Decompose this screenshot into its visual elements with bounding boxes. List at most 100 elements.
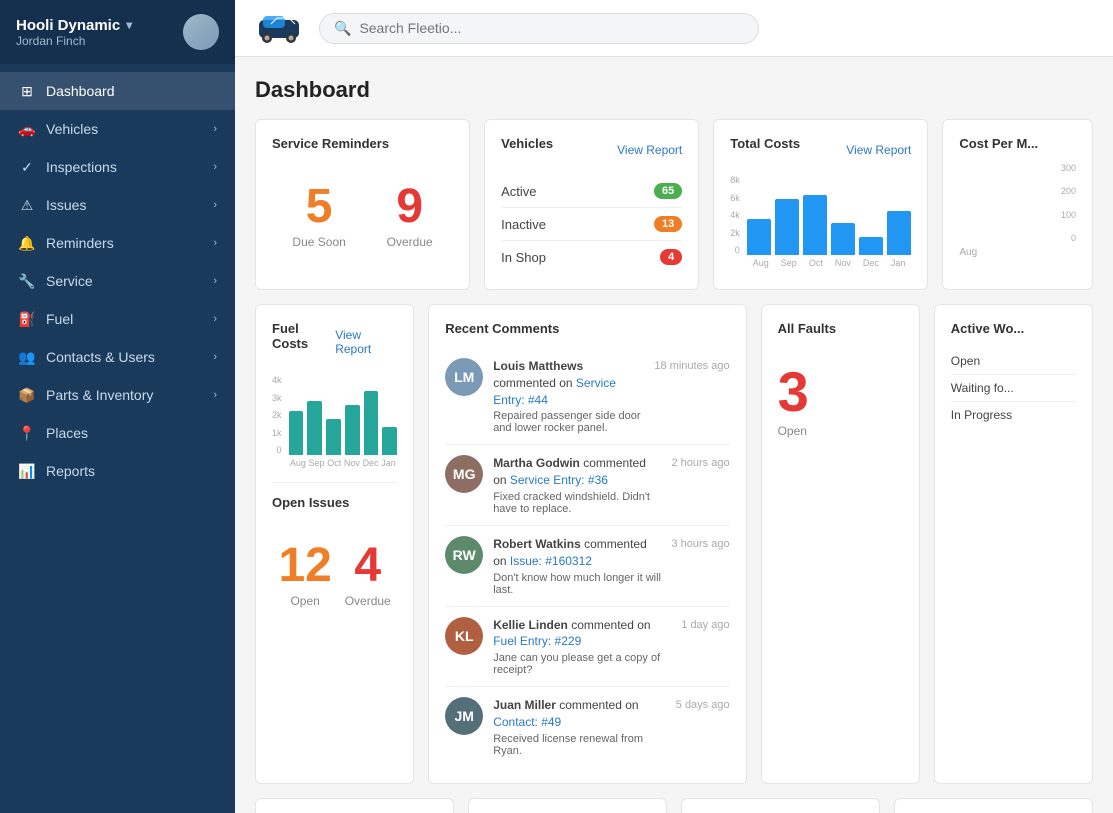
open-issues-title: Open Issues [272,495,397,510]
active-work-orders-title: Active Wo... [951,321,1076,336]
fuel-nav-icon: ⛽ [18,310,36,328]
sidebar-item-inspections[interactable]: ✓Inspections› [0,148,235,186]
sidebar-item-service[interactable]: 🔧Service› [0,262,235,300]
topbar: 🔍 [235,0,1113,57]
reminders-nav-label: Reminders [46,235,114,251]
comment-sub-4: Received license renewal from Ryan. [493,733,666,757]
comment-link-4[interactable]: Contact: #49 [493,715,561,729]
vehicles-view-report-link[interactable]: View Report [617,143,682,157]
comment-text-3: Kellie Linden commented on Fuel Entry: #… [493,617,671,651]
sidebar-item-issues[interactable]: ⚠Issues› [0,186,235,224]
comment-link-0[interactable]: Service Entry: #44 [493,376,616,407]
inspections-nav-chevron-icon: › [213,161,217,173]
all-faults-title: All Faults [778,321,903,336]
comment-link-1[interactable]: Service Entry: #36 [510,473,608,487]
brand-chevron-icon: ▾ [126,18,132,32]
reports-nav-label: Reports [46,463,95,479]
page-title: Dashboard [255,77,1093,103]
sidebar-item-reports[interactable]: 📊Reports [0,452,235,490]
contacts-nav-label: Contacts & Users [46,349,155,365]
places-nav-label: Places [46,425,88,441]
all-faults-count: 3 [778,364,903,420]
comment-sub-1: Fixed cracked windshield. Didn't have to… [493,491,661,515]
awo-waiting-label: Waiting fo... [951,381,1014,395]
sidebar-item-fuel[interactable]: ⛽Fuel› [0,300,235,338]
vehicles-nav-icon: 🚗 [18,120,36,138]
awo-inprogress-label: In Progress [951,408,1012,422]
cost-per-mile-title: Cost Per M... [959,136,1076,151]
inspections-nav-label: Inspections [46,159,117,175]
brand-name[interactable]: Hooli Dynamic ▾ [16,17,132,34]
contacts-nav-chevron-icon: › [213,351,217,363]
comment-link-2[interactable]: Issue: #160312 [510,554,592,568]
overdue-stat: 9 Overdue [387,183,433,249]
inspection-submissions-card: Inspection Submissions View Report 8k [681,798,880,813]
overdue-count: 9 [387,183,433,231]
bar-sep [775,199,799,255]
total-costs-title: Total Costs [730,136,800,151]
fuel-costs-chart-area: 4k3k2k1k0 AugSepOctNovDecJan [272,375,397,468]
sidebar-item-contacts[interactable]: 👥Contacts & Users› [0,338,235,376]
fuel-costs-chart: AugSepOctNovDecJan [289,375,398,468]
service-nav-icon: 🔧 [18,272,36,290]
sidebar-item-places[interactable]: 📍 Places [0,414,235,452]
comment-sub-0: Repaired passenger side door and lower r… [493,410,644,434]
fuel-bar-nov [345,405,360,455]
recent-comments-title: Recent Comments [445,321,729,336]
avatar[interactable] [183,14,219,50]
total-costs-view-report[interactable]: View Report [846,143,911,157]
issues-nav-chevron-icon: › [213,199,217,211]
sidebar: Hooli Dynamic ▾ Jordan Finch ⊞Dashboard🚗… [0,0,235,813]
all-faults-label: Open [778,424,903,438]
all-faults-stat: 3 Open [778,348,903,438]
bar-aug [747,219,771,255]
comment-time-3: 1 day ago [681,617,729,677]
fuel-costs-card: Fuel Costs View Report 4k3k2k1k0 [255,304,414,784]
places-nav-icon: 📍 [18,424,36,442]
comment-body-4: Juan Miller commented on Contact: #49 Re… [493,697,666,757]
fuel-bar-dec [364,391,379,455]
comment-avatar-1: MG [445,455,483,493]
comment-item-4: JM Juan Miller commented on Contact: #49… [445,687,729,767]
fuel-costs-x-labels: AugSepOctNovDecJan [289,458,398,468]
cost-per-mile-xlabel: Aug [959,247,1076,258]
main-area: 🔍 Dashboard Service Reminders 5 Due Soon… [235,0,1113,813]
cost-per-mile-y: 3002001000 [959,163,1076,243]
comment-body-1: Martha Godwin commented on Service Entry… [493,455,661,515]
total-costs-bars [747,175,912,255]
reminders-nav-chevron-icon: › [213,237,217,249]
comment-text-1: Martha Godwin commented on Service Entry… [493,455,661,489]
open-issues-stats: 12 Open 4 Overdue [272,522,397,618]
fuel-bar-sep [307,401,322,455]
parts-nav-icon: 📦 [18,386,36,404]
sidebar-brand: Hooli Dynamic ▾ Jordan Finch [16,17,132,48]
comment-text-2: Robert Watkins commented on Issue: #1603… [493,536,661,570]
comment-avatar-0: LM [445,358,483,396]
vehicles-inshop-row: In Shop 4 [501,241,682,273]
issues-open-label: Open [278,594,331,608]
total-costs-chart: AugSepOctNovDecJan [747,175,912,268]
comment-sub-2: Don't know how much longer it will last. [493,572,661,596]
sidebar-item-parts[interactable]: 📦Parts & Inventory› [0,376,235,414]
vehicles-card: Vehicles View Report Active 65 Inactive … [484,119,699,290]
sidebar-user: Jordan Finch [16,34,132,48]
fuel-nav-chevron-icon: › [213,313,217,325]
vehicles-nav-chevron-icon: › [213,123,217,135]
vehicles-active-row: Active 65 [501,175,682,208]
sidebar-item-dashboard[interactable]: ⊞Dashboard [0,72,235,110]
bar-dec [859,237,883,255]
search-bar[interactable]: 🔍 [319,13,759,44]
comment-link-3[interactable]: Fuel Entry: #229 [493,634,581,648]
search-input[interactable] [359,20,744,36]
sidebar-item-reminders[interactable]: 🔔Reminders› [0,224,235,262]
dashboard-nav-icon: ⊞ [18,82,36,100]
comment-item-2: RW Robert Watkins commented on Issue: #1… [445,526,729,607]
logo-icon [255,10,303,46]
sidebar-header: Hooli Dynamic ▾ Jordan Finch [0,0,235,64]
fuel-costs-view-report[interactable]: View Report [335,328,397,356]
overdue-label: Overdue [387,235,433,249]
vehicles-rows: Active 65 Inactive 13 In Shop 4 [501,175,682,273]
reminders-stats: 5 Due Soon 9 Overdue [272,163,453,259]
sidebar-item-vehicles[interactable]: 🚗Vehicles› [0,110,235,148]
total-costs-chart-area: 8k6k4k2k0 AugSepOctNovDecJan [730,175,911,268]
